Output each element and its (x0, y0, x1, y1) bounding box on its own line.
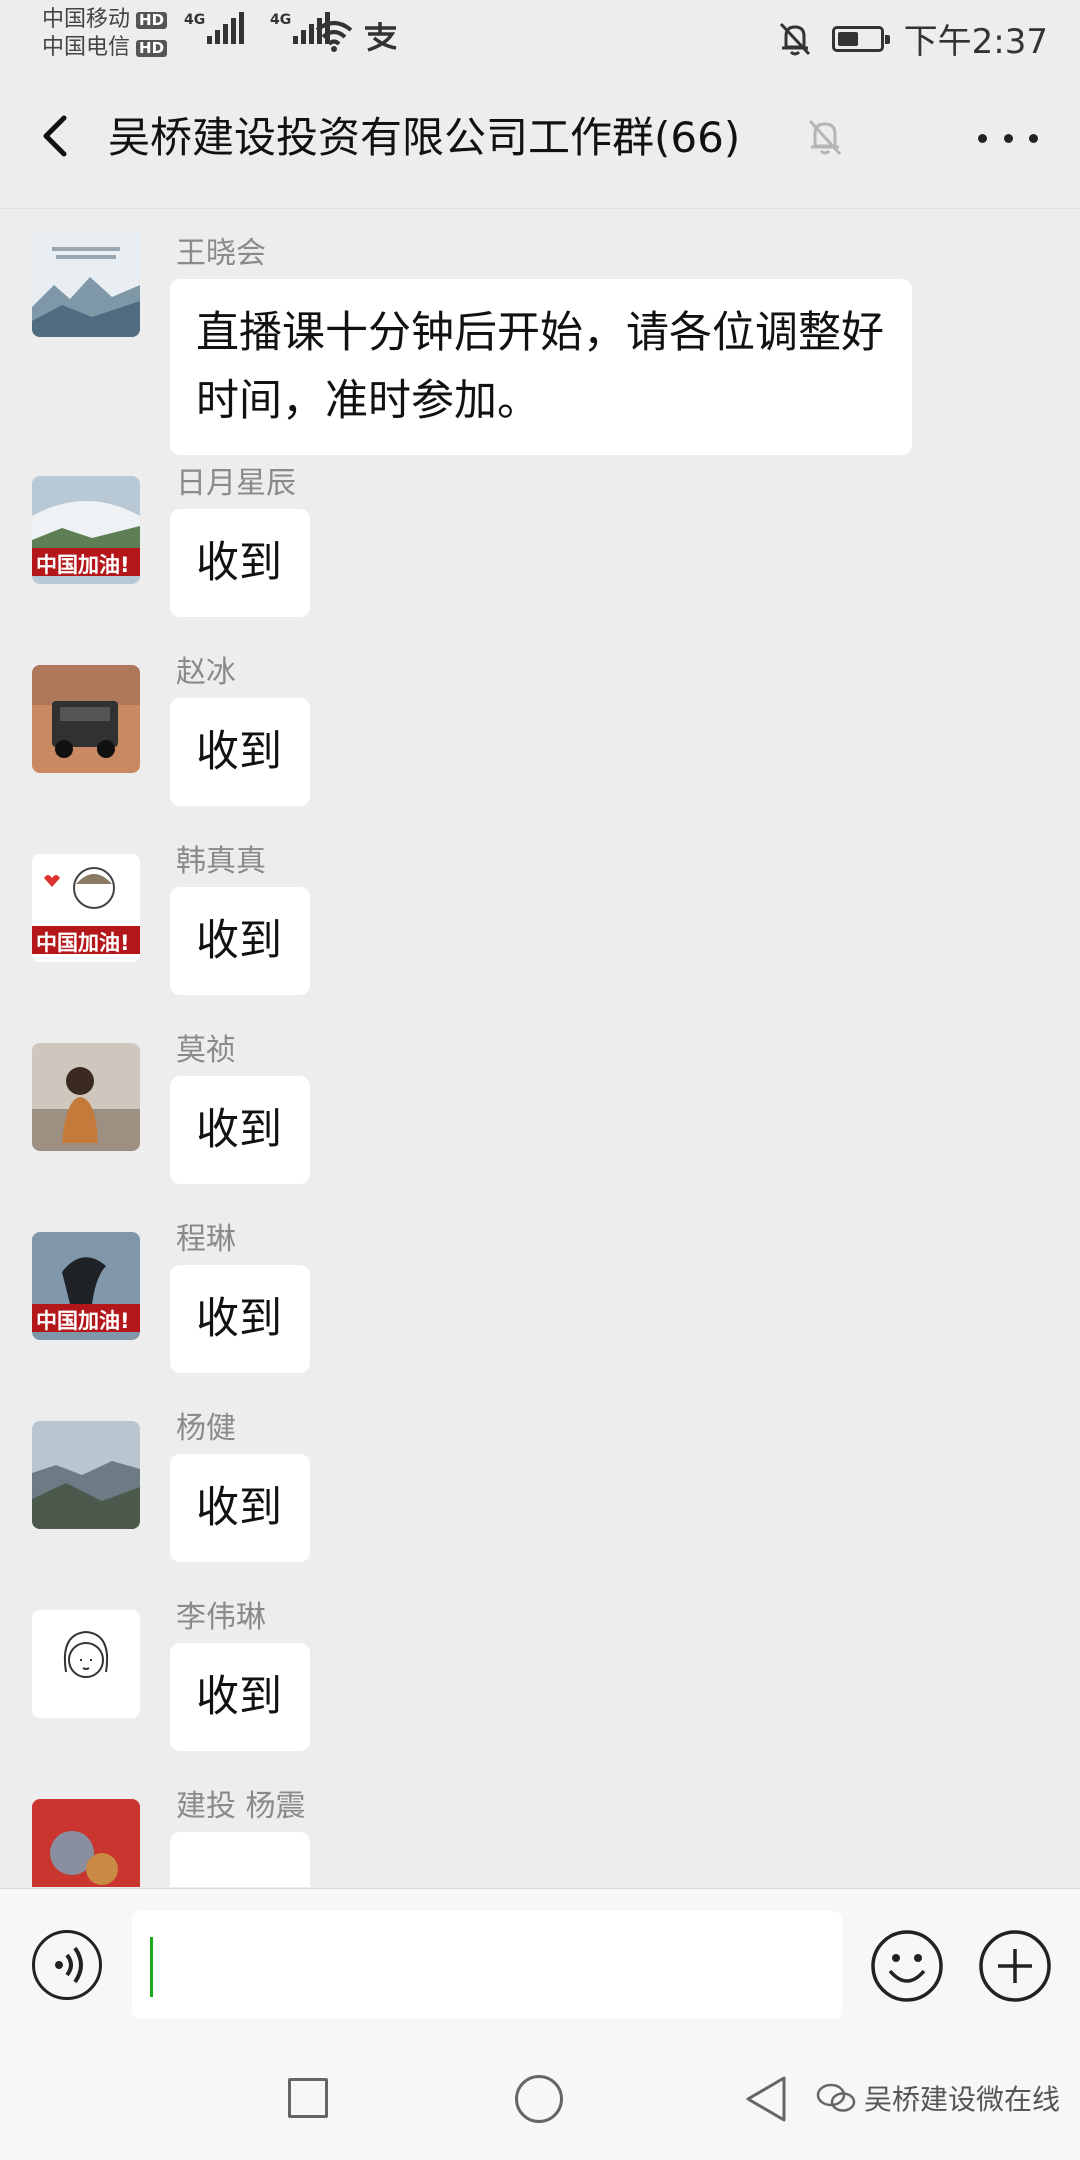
avatar[interactable] (32, 1610, 140, 1718)
more-dots-icon[interactable] (978, 118, 1038, 158)
text-caret (150, 1937, 153, 1997)
sender-name: 莫祯 (176, 1033, 236, 1068)
sender-name: 李伟琳 (176, 1600, 266, 1635)
message-bubble[interactable]: 直播课十分钟后开始，请各位调整好时间，准时参加。 (170, 279, 912, 455)
message-bubble[interactable]: 收到 (170, 1265, 310, 1373)
home-icon[interactable] (515, 2075, 563, 2123)
emoji-icon[interactable] (870, 1929, 944, 2003)
back-icon[interactable] (744, 2074, 788, 2124)
avatar[interactable]: 中国加油! (32, 1232, 140, 1340)
bell-off-icon (808, 119, 842, 156)
avatar[interactable] (32, 1421, 140, 1529)
plus-icon[interactable] (978, 1929, 1052, 2003)
hd-badge: HD (136, 39, 168, 57)
avatar-banner-text: 中国加油! (36, 931, 130, 955)
sender-name: 建投 杨震 (176, 1789, 306, 1824)
message-bubble[interactable]: 收到 (170, 1454, 310, 1562)
system-nav-bar: 吴桥建设微在线 (0, 2048, 1080, 2160)
avatar[interactable] (32, 665, 140, 773)
message-input[interactable] (132, 1911, 842, 2019)
avatar[interactable]: 中国加油! (32, 854, 140, 962)
message-bubble[interactable]: 收到 (170, 698, 310, 806)
watermark: 吴桥建设微在线 (816, 2078, 1060, 2118)
chevron-left-icon[interactable] (30, 108, 86, 164)
page-title: 吴桥建设投资有限公司工作群(66) (108, 113, 741, 162)
carrier-2-label: 中国电信 (42, 35, 131, 60)
sender-name: 杨健 (176, 1411, 236, 1446)
avatar[interactable] (32, 229, 140, 337)
watermark-text: 吴桥建设微在线 (864, 2083, 1061, 2116)
status-bar: 中国移动 HD 中国电信 HD 4G 4G 下午2:37 (0, 0, 1080, 68)
avatar-banner-text: 中国加油! (36, 553, 130, 577)
sender-name: 日月星辰 (176, 466, 296, 501)
status-time: 下午2:37 (903, 22, 1048, 62)
sender-name: 程琳 (176, 1222, 236, 1257)
recent-apps-icon[interactable] (288, 2078, 328, 2118)
message-bubble[interactable]: 收到 (170, 887, 310, 995)
alipay-icon (365, 22, 397, 52)
sender-name: 赵冰 (176, 655, 236, 690)
avatar-banner-text: 中国加油! (36, 1309, 130, 1333)
avatar[interactable]: 中国加油! (32, 476, 140, 584)
wifi-icon (315, 21, 353, 52)
avatar[interactable] (32, 1799, 140, 1887)
carrier-1-label: 中国移动 (42, 7, 131, 32)
message-bubble[interactable]: 收到 (170, 1643, 310, 1751)
chat-header: 吴桥建设投资有限公司工作群(66) (0, 68, 1080, 209)
message-bubble[interactable]: 收到 (170, 509, 310, 617)
carrier-info: 中国移动 HD 中国电信 HD (42, 6, 168, 62)
network-type-2: 4G (270, 12, 292, 28)
message-bubble[interactable]: 收到 (170, 1076, 310, 1184)
status-right: 下午2:37 (778, 14, 1048, 63)
sender-name: 王晓会 (176, 236, 266, 271)
avatar[interactable] (32, 1043, 140, 1151)
wechat-icon (816, 2083, 856, 2112)
input-bar (0, 1888, 1080, 2049)
hd-badge: HD (136, 11, 168, 29)
voice-icon[interactable] (32, 1930, 102, 2000)
signal-icon: 4G (184, 12, 245, 44)
battery-icon (831, 25, 890, 52)
message-bubble[interactable] (170, 1832, 310, 1887)
message-list[interactable]: 王晓会 直播课十分钟后开始，请各位调整好时间，准时参加。 中国加油! 日月星辰 … (0, 209, 1080, 1887)
network-type-1: 4G (184, 12, 206, 28)
notifications-off-icon (779, 22, 810, 55)
sender-name: 韩真真 (176, 844, 266, 879)
